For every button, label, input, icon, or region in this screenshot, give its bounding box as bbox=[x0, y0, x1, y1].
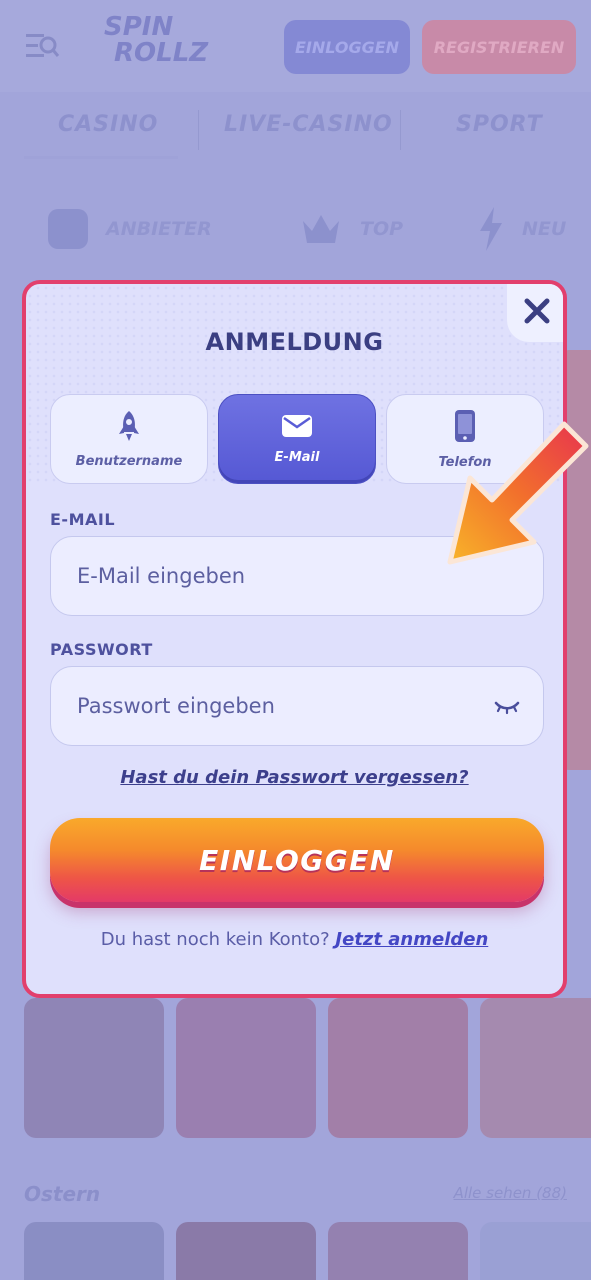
tab-username[interactable]: Benutzername bbox=[50, 394, 208, 484]
chip-top[interactable]: TOP bbox=[300, 190, 403, 268]
tab-label: E-Mail bbox=[274, 449, 320, 465]
nav-divider bbox=[198, 110, 199, 150]
top-bar: SPIN ROLLZ EINLOGGEN REGISTRIEREN bbox=[0, 0, 591, 92]
header-register-button[interactable]: REGISTRIEREN bbox=[422, 20, 576, 74]
close-icon bbox=[524, 298, 550, 324]
game-tile[interactable] bbox=[328, 1222, 468, 1280]
signup-link[interactable]: Jetzt anmelden bbox=[335, 929, 488, 950]
nav-divider bbox=[400, 110, 401, 150]
password-field[interactable] bbox=[77, 694, 477, 718]
signup-row: Du hast noch kein Konto? Jetzt anmelden bbox=[26, 929, 563, 950]
chip-label: NEU bbox=[522, 218, 567, 240]
envelope-icon bbox=[282, 414, 312, 437]
chip-label: ANBIETER bbox=[106, 218, 212, 240]
game-tile[interactable] bbox=[24, 1222, 164, 1280]
signup-prompt: Du hast noch kein Konto? bbox=[100, 929, 330, 950]
crown-icon bbox=[303, 215, 339, 243]
forgot-password-row: Hast du dein Passwort vergessen? bbox=[26, 767, 563, 788]
category-chips: ANBIETER TOP NEU bbox=[0, 190, 591, 272]
chip-new[interactable]: NEU bbox=[478, 190, 566, 268]
lightning-icon bbox=[480, 207, 502, 251]
site-logo[interactable]: SPIN ROLLZ bbox=[104, 14, 214, 76]
nav-tab-live-casino[interactable]: LIVE-CASINO bbox=[224, 112, 393, 137]
chip-label: TOP bbox=[360, 218, 404, 240]
section-title: Ostern bbox=[24, 1182, 101, 1206]
eye-closed-icon[interactable] bbox=[493, 695, 521, 719]
tab-label: Benutzername bbox=[75, 453, 183, 469]
submit-label: EINLOGGEN bbox=[199, 843, 395, 877]
email-label: E-MAIL bbox=[50, 510, 116, 529]
login-modal: ANMELDUNG Benutzername E-Mail Telefon E-… bbox=[22, 280, 567, 998]
tab-email[interactable]: E-Mail bbox=[218, 394, 376, 484]
game-tile[interactable] bbox=[328, 998, 468, 1138]
header-login-button[interactable]: EINLOGGEN bbox=[284, 20, 410, 74]
active-tab-underline bbox=[24, 156, 178, 159]
password-label: PASSWORT bbox=[50, 640, 153, 659]
menu-search-icon[interactable] bbox=[26, 32, 60, 60]
game-tile[interactable] bbox=[176, 998, 316, 1138]
see-all-link[interactable]: Alle sehen (88) bbox=[454, 1184, 567, 1202]
nav-tab-sport[interactable]: SPORT bbox=[456, 112, 543, 137]
email-field[interactable] bbox=[77, 564, 477, 588]
modal-title: ANMELDUNG bbox=[205, 328, 384, 356]
provider-icon bbox=[48, 209, 88, 249]
forgot-password-link[interactable]: Hast du dein Passwort vergessen? bbox=[120, 767, 468, 788]
nav-tab-casino[interactable]: CASINO bbox=[58, 112, 158, 137]
game-tile[interactable] bbox=[480, 998, 591, 1138]
chip-provider[interactable]: ANBIETER bbox=[48, 190, 212, 268]
game-tile[interactable] bbox=[480, 1222, 591, 1280]
login-submit-button[interactable]: EINLOGGEN bbox=[50, 818, 544, 902]
rocket-icon bbox=[119, 410, 139, 441]
game-tile[interactable] bbox=[176, 1222, 316, 1280]
password-field-wrapper bbox=[50, 666, 544, 746]
pointer-arrow-icon bbox=[447, 421, 589, 565]
game-tile[interactable] bbox=[24, 998, 164, 1138]
